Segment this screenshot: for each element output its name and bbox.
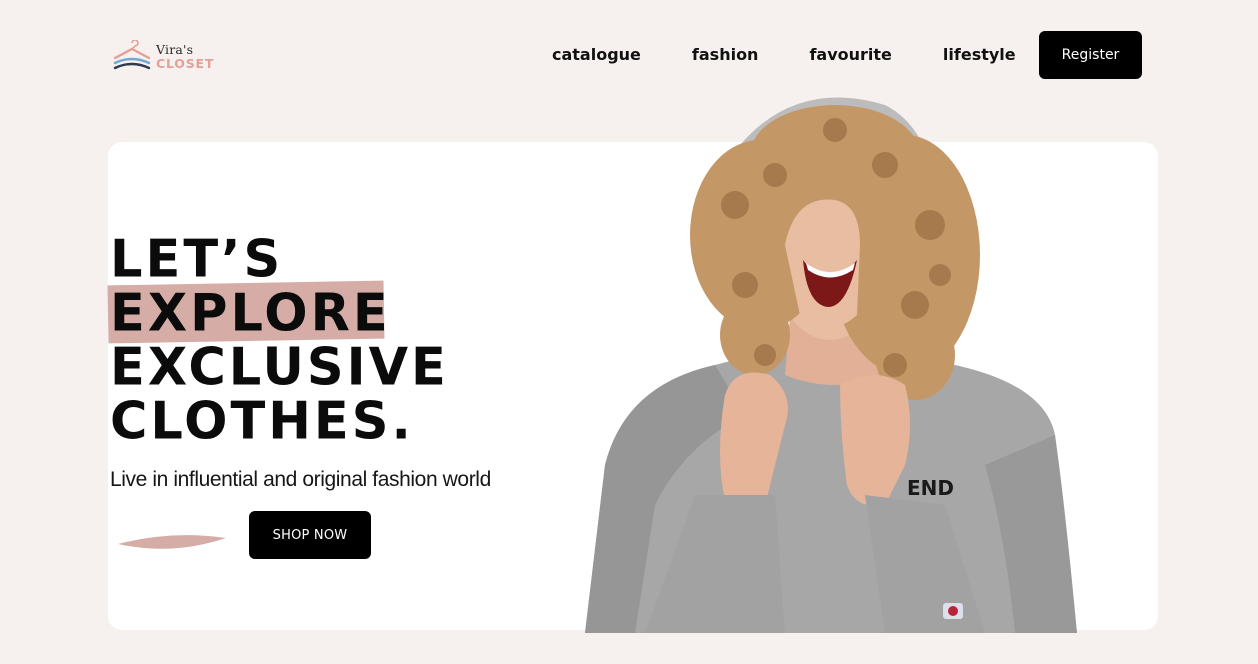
hero-subtitle: Live in influential and original fashion…	[110, 468, 491, 491]
brand-logo[interactable]: Vira's CLOSET	[112, 40, 214, 74]
headline-line-1: LET’S	[110, 229, 284, 290]
headline-line-4: CLOTHES.	[110, 391, 414, 452]
model-photo: END	[585, 97, 1077, 633]
nav-item-lifestyle[interactable]: lifestyle	[943, 45, 1016, 64]
brand-name-line2: CLOSET	[156, 56, 215, 71]
headline-line-2: EXPLORE	[110, 283, 391, 344]
brand-name: Vira's CLOSET	[156, 41, 215, 71]
hero-headline: LET’S EXPLORE EXCLUSIVE CLOTHES.	[110, 229, 449, 452]
hanger-logo-icon	[113, 40, 151, 70]
main-nav: catalogue fashion favourite lifestyle	[552, 45, 1016, 64]
nav-item-favourite[interactable]: favourite	[809, 45, 891, 64]
sweatshirt-print: END	[907, 476, 954, 500]
nav-item-fashion[interactable]: fashion	[692, 45, 759, 64]
shop-now-button[interactable]: SHOP NOW	[249, 511, 371, 559]
nav-item-catalogue[interactable]: catalogue	[552, 45, 641, 64]
register-button[interactable]: Register	[1039, 31, 1142, 79]
headline-line-3: EXCLUSIVE	[110, 337, 449, 398]
brand-name-line1: Vira's	[156, 41, 194, 57]
decorative-swoosh	[118, 535, 226, 549]
